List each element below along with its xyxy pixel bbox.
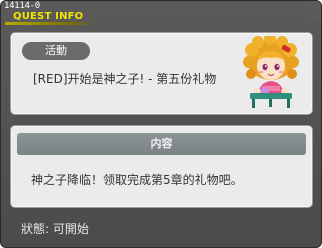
title-underline	[5, 22, 97, 25]
quest-category-tag: 活動	[22, 42, 90, 60]
content-header: 内容	[17, 133, 306, 155]
quest-status: 狀態: 可開始	[21, 222, 89, 236]
quest-name: [RED]开始是神之子! - 第五份礼物	[33, 72, 217, 86]
quest-content-panel: 内容 神之子降临！领取完成第5章的礼物吧。	[10, 125, 313, 208]
quest-summary-panel: 活動 [RED]开始是神之子! - 第五份礼物	[10, 32, 313, 115]
quest-info-window: 14114-0 QUEST INFO 活動 [RED]开始是神之子! - 第五份…	[0, 0, 322, 248]
window-title: QUEST INFO	[13, 11, 84, 22]
close-button[interactable]	[303, 1, 321, 19]
content-text: 神之子降临！领取完成第5章的礼物吧。	[31, 173, 243, 187]
npc-portrait-icon	[238, 33, 302, 110]
